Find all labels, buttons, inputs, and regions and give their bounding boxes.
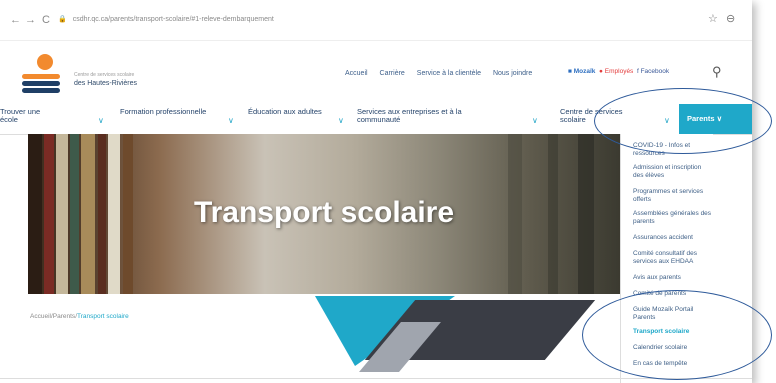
employes-link[interactable]: ● Employés xyxy=(599,68,633,75)
address-bar[interactable]: 🔒 csdhr.qc.ca/parents/transport-scolaire/… xyxy=(58,12,698,28)
logo-wave xyxy=(22,74,60,79)
forward-icon[interactable]: → xyxy=(25,14,36,26)
top-link-carriere[interactable]: Carrière xyxy=(380,70,405,77)
breadcrumb-parents[interactable]: Parents xyxy=(53,313,75,320)
logo-wave xyxy=(22,81,60,86)
dropdown-item-avis[interactable]: Avis aux parents xyxy=(633,274,713,282)
account-icon[interactable]: ⊖ xyxy=(726,12,735,25)
reload-icon[interactable]: C xyxy=(42,14,50,26)
page-title: Transport scolaire xyxy=(193,196,455,229)
lock-icon: 🔒 xyxy=(58,16,67,23)
breadcrumb-home[interactable]: Accueil xyxy=(30,313,51,320)
logo-sun xyxy=(37,54,53,70)
url-text: csdhr.qc.ca/parents/transport-scolaire/#… xyxy=(72,16,274,23)
menu-item-formation[interactable]: Formation professionnelle xyxy=(120,108,215,116)
annotation-ellipse xyxy=(582,290,772,380)
top-links: Accueil Carrière Service à la clientèle … xyxy=(345,70,542,77)
dropdown-item-assemblees[interactable]: Assemblées générales des parents xyxy=(633,210,713,226)
site-logo[interactable]: Centre de services scolaire des Hautes-R… xyxy=(22,54,142,94)
menu-item-services[interactable]: Services aux entreprises et à la communa… xyxy=(357,108,487,124)
top-link-service[interactable]: Service à la clientèle xyxy=(417,70,481,77)
menu-item-trouver[interactable]: Trouver une école xyxy=(0,108,60,124)
star-icon[interactable]: ☆ xyxy=(708,12,718,25)
chevron-down-icon[interactable]: ∨ xyxy=(98,116,104,125)
breadcrumb: Accueil/Parents/Transport scolaire xyxy=(30,313,129,320)
chevron-down-icon[interactable]: ∨ xyxy=(338,116,344,125)
annotation-ellipse xyxy=(594,88,772,154)
browser-toolbar: ← → C 🔒 csdhr.qc.ca/parents/transport-sco… xyxy=(0,0,752,41)
social-links: ■ Mozaïk ● Employés f Facebook xyxy=(568,68,669,75)
search-icon[interactable]: ⚲ xyxy=(712,64,722,80)
hero-banner: Transport scolaire xyxy=(28,134,620,294)
menu-item-education[interactable]: Éducation aux adultes xyxy=(248,108,323,116)
dropdown-item-admission[interactable]: Admission et inscription des élèves xyxy=(633,164,713,180)
top-link-contact[interactable]: Nous joindre xyxy=(493,70,532,77)
dropdown-item-assurances[interactable]: Assurances accident xyxy=(633,234,713,242)
facebook-link[interactable]: f Facebook xyxy=(637,68,669,75)
logo-wave xyxy=(22,88,60,93)
dropdown-item-comite-ehdaa[interactable]: Comité consultatif des services aux EHDA… xyxy=(633,250,713,266)
top-link-accueil[interactable]: Accueil xyxy=(345,70,368,77)
chevron-down-icon[interactable]: ∨ xyxy=(228,116,234,125)
dropdown-item-programmes[interactable]: Programmes et services offerts xyxy=(633,188,713,204)
back-icon[interactable]: ← xyxy=(10,14,21,26)
logo-subtitle: Centre de services scolaire xyxy=(74,72,135,78)
mozaik-link[interactable]: ■ Mozaïk xyxy=(568,68,595,75)
divider xyxy=(0,378,752,379)
breadcrumb-current: Transport scolaire xyxy=(77,313,129,320)
logo-title: des Hautes-Rivières xyxy=(74,80,138,87)
chevron-down-icon[interactable]: ∨ xyxy=(532,116,538,125)
